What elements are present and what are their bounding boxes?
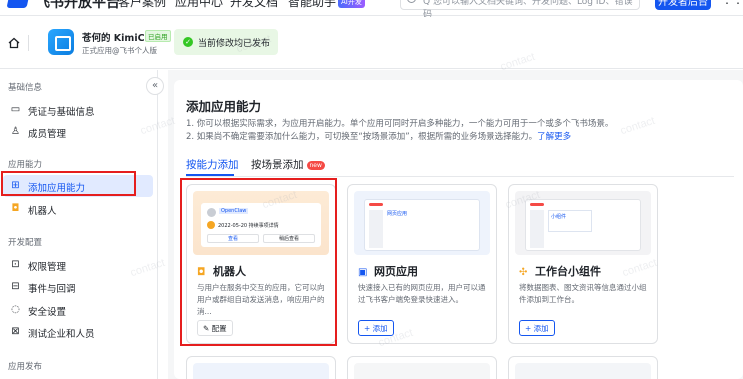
- page-title: 添加应用能力: [186, 99, 262, 114]
- status-badge: 已启用: [145, 30, 171, 42]
- highlight-box-robot-card: [180, 178, 337, 346]
- description-line-1: 1. 你可以根据实际需求，为应用开启能力。单个应用可同时开启多种能力，一个能力可…: [186, 119, 614, 129]
- brand-name[interactable]: 飞书开放平台: [36, 0, 120, 12]
- highlight-box-sidebar: [1, 171, 136, 196]
- description-line-2-text: 2. 如果尚不确定需要添加什么能力，可切换至“按场景添加”，根据所需的业务场景选…: [186, 132, 538, 142]
- tabs-divider: [186, 176, 734, 177]
- capability-card-web-app[interactable]: 网页应用 ▣ 网页应用 快速接入已有的网页应用，用户可以通过飞书客户端免登录快速进…: [347, 184, 497, 344]
- card-title-widget: ✣ 工作台小组件: [519, 263, 601, 279]
- test-icon: ⊠: [11, 326, 20, 337]
- card-title-web-app-label: 网页应用: [374, 265, 418, 278]
- card-title-widget-label: 工作台小组件: [535, 265, 601, 278]
- sidebar-item-permissions[interactable]: ⊡ 权限管理: [0, 254, 152, 276]
- web-app-preview: 网页应用: [354, 191, 490, 255]
- collapse-sidebar-button[interactable]: «: [146, 77, 164, 95]
- web-app-icon: ▣: [358, 267, 368, 278]
- card-preview-partial: [354, 363, 490, 379]
- sidebar-item-label: 事件与回调: [28, 284, 76, 295]
- robot-icon: ◘: [11, 203, 20, 214]
- app-icon: [48, 29, 74, 55]
- sidebar-item-label: 机器人: [28, 206, 57, 217]
- nav-item-docs[interactable]: 开发文档: [230, 0, 278, 10]
- ai-badge: AI开发: [338, 0, 365, 8]
- new-badge: new: [306, 161, 325, 170]
- active-tab-indicator: [186, 174, 234, 176]
- card-title-web-app: ▣ 网页应用: [358, 263, 418, 279]
- shield-icon: ◌: [11, 304, 20, 315]
- tab-by-capability[interactable]: 按能力添加: [186, 157, 239, 172]
- capability-card-partial[interactable]: [186, 356, 336, 379]
- sidebar-item-label: 凭证与基础信息: [28, 107, 95, 118]
- widget-icon: ✣: [519, 267, 528, 278]
- preview-widget-label: 小组件: [548, 210, 592, 232]
- header-divider: [28, 35, 29, 51]
- sidebar-item-security[interactable]: ◌ 安全设置: [0, 299, 152, 321]
- sidebar-item-credentials[interactable]: ▭ 凭证与基础信息: [0, 99, 152, 121]
- app-subtitle: 正式应用@飞书个人版: [82, 46, 157, 55]
- learn-more-link[interactable]: 了解更多: [537, 132, 571, 142]
- preview-window: 网页应用: [364, 199, 480, 251]
- card-preview-partial: [193, 363, 329, 379]
- add-widget-button[interactable]: + 添加: [519, 320, 555, 336]
- nav-item-assistant-label: 智能助手: [288, 0, 337, 9]
- sidebar-section-release: 应用发布: [8, 362, 43, 372]
- credential-icon: ▭: [10, 104, 21, 115]
- preview-window: 小组件: [525, 199, 641, 251]
- capability-card-partial[interactable]: [508, 356, 658, 379]
- search-icon: [407, 0, 416, 3]
- nav-item-cases[interactable]: 客户案例: [118, 0, 166, 10]
- check-circle-icon: ✓: [183, 37, 193, 47]
- home-icon[interactable]: [8, 37, 20, 49]
- preview-window-sidebar: [530, 210, 544, 248]
- preview-window-dots: [369, 203, 383, 206]
- card-preview-partial: [515, 363, 651, 379]
- nav-item-app-center[interactable]: 应用中心: [175, 0, 223, 10]
- sidebar-item-test-users[interactable]: ⊠ 测试企业和人员: [0, 321, 152, 343]
- sidebar-item-label: 权限管理: [28, 262, 67, 273]
- preview-window-dots: [530, 203, 544, 206]
- preview-web-label: 网页应用: [387, 211, 408, 217]
- lock-icon: ⊡: [11, 259, 20, 270]
- sidebar-item-label: 测试企业和人员: [28, 329, 95, 340]
- top-navigation: 飞书开放平台 客户案例 应用中心 开发文档 智能助手 AI开发 Q 您可以输入文档…: [0, 0, 743, 20]
- capability-card-partial[interactable]: [347, 356, 497, 379]
- sidebar: 基础信息 ▭ 凭证与基础信息 ♙ 成员管理 应用能力 ⊞ 添加应用能力 ◘ 机器人 开发…: [0, 70, 158, 379]
- preview-window-sidebar: [369, 210, 383, 248]
- sidebar-section-capability: 应用能力: [8, 160, 43, 170]
- app-header: 苍何的 KimiClaw 已启用 正式应用@飞书个人版 ✓ 当前修改均已发布: [0, 17, 743, 69]
- sidebar-item-members[interactable]: ♙ 成员管理: [0, 121, 152, 143]
- tab-by-scenario-label: 按场景添加: [251, 159, 304, 171]
- description-line-2: 2. 如果尚不确定需要添加什么能力，可切换至“按场景添加”，根据所需的业务场景选…: [186, 130, 571, 142]
- feishu-logo-icon[interactable]: [6, 0, 30, 8]
- card-desc-widget: 将数据图表、图文资讯等信息通过小组件添加到工作台。: [519, 283, 647, 304]
- sidebar-section-dev: 开发配置: [8, 238, 43, 248]
- tab-by-scenario[interactable]: 按场景添加 new: [251, 157, 325, 172]
- apps-grid-icon[interactable]: ⋮⋮: [721, 0, 743, 6]
- sidebar-item-label: 安全设置: [28, 307, 67, 318]
- nav-item-assistant[interactable]: 智能助手 AI开发: [288, 0, 365, 10]
- event-icon: ⊟: [11, 281, 20, 292]
- search-input[interactable]: Q 您可以输入文档关键词、开发问题、Log ID、错误码: [400, 0, 640, 20]
- sidebar-item-events[interactable]: ⊟ 事件与回调: [0, 276, 152, 298]
- sidebar-section-basic: 基础信息: [8, 83, 43, 93]
- user-icon: ♙: [11, 126, 20, 137]
- card-desc-web-app: 快速接入已有的网页应用，用户可以通过飞书客户端免登录快速进入。: [358, 283, 486, 304]
- developer-console-button[interactable]: 开发者后台: [655, 0, 711, 10]
- sidebar-item-label: 成员管理: [28, 129, 67, 140]
- sidebar-item-robot[interactable]: ◘ 机器人: [0, 198, 152, 220]
